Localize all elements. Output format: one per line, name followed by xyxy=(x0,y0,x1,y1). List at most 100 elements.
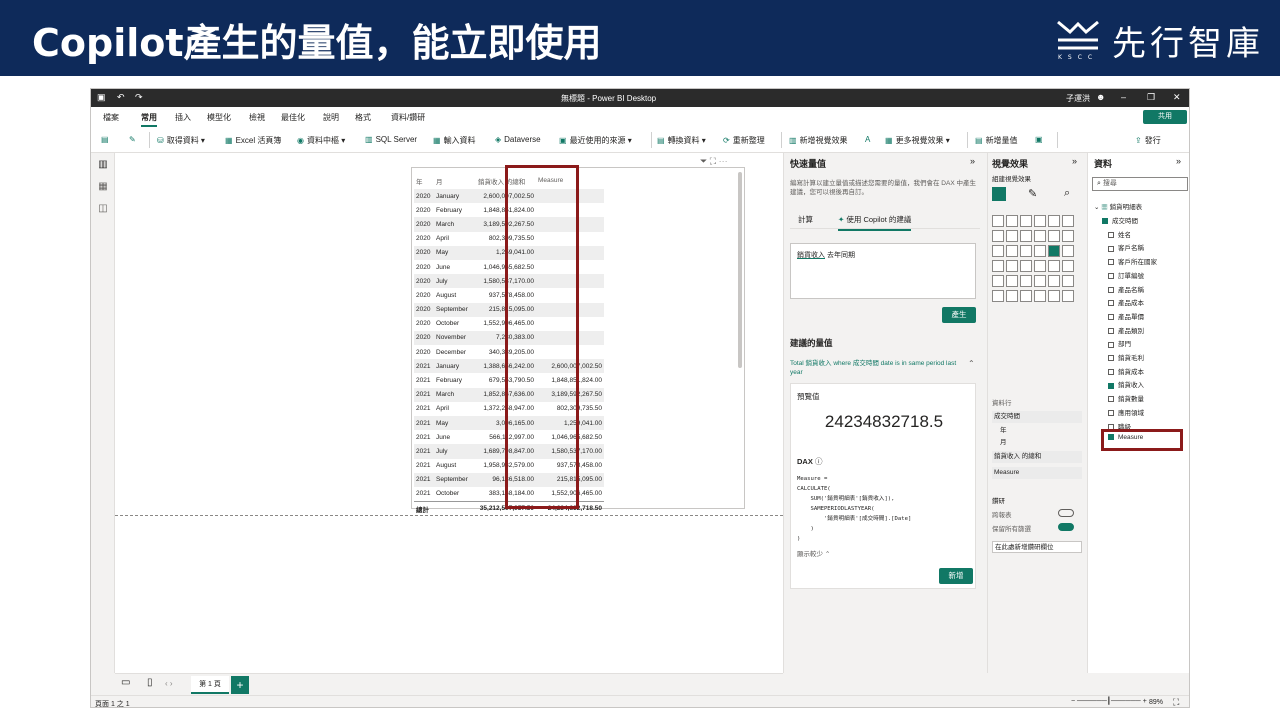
mobile-view-icon[interactable]: ▯ xyxy=(147,677,153,688)
visual-type-icon[interactable] xyxy=(992,275,1004,287)
visual-type-icon[interactable] xyxy=(992,260,1004,272)
visual-type-icon[interactable] xyxy=(992,290,1004,302)
recent-sources-button[interactable]: ▣ 最近使用的來源 ▾ xyxy=(559,135,632,146)
column-header-year[interactable]: 年 xyxy=(414,172,434,189)
checkbox-icon[interactable] xyxy=(1108,259,1114,266)
suggestion-description[interactable]: Total 銷貨收入 where 成交時間 date is in same pe… xyxy=(790,359,966,377)
analytics-icon[interactable]: ⌕ xyxy=(1064,187,1070,200)
report-view-icon[interactable]: ▥ xyxy=(97,159,109,171)
format-painter-button[interactable]: ✎ xyxy=(129,135,139,144)
visual-type-icon[interactable] xyxy=(1062,215,1074,227)
data-field-item[interactable]: 銷貨成本 xyxy=(1108,366,1144,376)
visual-type-icon[interactable] xyxy=(1034,275,1046,287)
visual-type-icon[interactable] xyxy=(1006,260,1018,272)
visual-type-icon[interactable] xyxy=(1048,245,1060,257)
keep-filters-toggle[interactable] xyxy=(1058,523,1074,531)
tab-copilot-suggestions[interactable]: ✦ 使用 Copilot 的建議 xyxy=(838,214,912,231)
menu-help[interactable]: 說明 xyxy=(323,112,339,123)
info-icon[interactable]: ⓘ xyxy=(815,457,823,466)
share-button[interactable]: 共用 xyxy=(1143,110,1187,124)
checkbox-icon[interactable] xyxy=(1108,245,1114,252)
visual-type-icon[interactable] xyxy=(1034,230,1046,242)
undo-icon[interactable]: ↶ xyxy=(117,92,125,103)
field-well-datetime[interactable]: 成交時間 xyxy=(992,411,1082,423)
collapse-data-icon[interactable]: » xyxy=(1176,156,1181,166)
data-field-item[interactable]: 部門 xyxy=(1108,338,1131,348)
visual-type-icon[interactable] xyxy=(1006,290,1018,302)
visual-type-icon[interactable] xyxy=(1062,260,1074,272)
new-visual-button[interactable]: ▥ 新增視覺效果 xyxy=(789,135,848,146)
visual-type-icon[interactable] xyxy=(1062,245,1074,257)
visual-type-icon[interactable] xyxy=(1048,290,1060,302)
checkbox-icon[interactable] xyxy=(1108,286,1114,293)
data-search-input[interactable]: ⌕ 搜尋 xyxy=(1092,177,1188,191)
visual-type-icon[interactable] xyxy=(1020,215,1032,227)
visual-type-icon[interactable] xyxy=(1020,290,1032,302)
visual-type-icon[interactable] xyxy=(1006,230,1018,242)
visual-type-icon[interactable] xyxy=(1034,245,1046,257)
checkbox-icon[interactable] xyxy=(1102,218,1108,225)
report-canvas[interactable]: ⏷ ⛶ ⋯ 年 月 銷貨收入 的總和 Measure 2020 January 2,… xyxy=(115,153,783,673)
get-data-button[interactable]: ⛁ 取得資料 ▾ xyxy=(157,135,205,146)
data-field-item[interactable]: 應用領域 xyxy=(1108,407,1144,417)
collapse-viz-icon[interactable]: » xyxy=(1072,156,1077,166)
visual-type-icon[interactable] xyxy=(1034,290,1046,302)
visual-type-icon[interactable] xyxy=(1006,215,1018,227)
visual-type-icon[interactable] xyxy=(1048,215,1060,227)
data-field-item[interactable]: 銷貨毛利 xyxy=(1108,352,1144,362)
data-field-item[interactable]: 產品類別 xyxy=(1108,325,1144,335)
avatar-icon[interactable]: ☻ xyxy=(1096,92,1105,102)
close-icon[interactable]: ✕ xyxy=(1173,92,1181,103)
vertical-scrollbar[interactable] xyxy=(738,172,742,368)
enter-data-button[interactable]: ▦ 輸入資料 xyxy=(433,135,476,146)
menu-format[interactable]: 格式 xyxy=(355,112,371,123)
dataverse-button[interactable]: ◈ Dataverse xyxy=(495,135,541,144)
visual-type-icon[interactable] xyxy=(1020,275,1032,287)
restore-icon[interactable]: ❐ xyxy=(1147,92,1155,103)
redo-icon[interactable]: ↷ xyxy=(135,92,143,103)
visual-type-icon[interactable] xyxy=(1020,260,1032,272)
visual-type-icon[interactable] xyxy=(1006,245,1018,257)
menu-data-drill[interactable]: 資料/鑽研 xyxy=(391,112,425,123)
data-field-item[interactable]: 產品成本 xyxy=(1108,297,1144,307)
excel-button[interactable]: ▦ Excel 活頁簿 xyxy=(225,135,281,146)
visual-type-icon[interactable] xyxy=(1048,260,1060,272)
publish-button[interactable]: ⇪ 發行 xyxy=(1135,135,1161,146)
user-name[interactable]: 子運洪 xyxy=(1066,93,1090,104)
show-less-link[interactable]: 顯示較少 ⌃ xyxy=(797,548,830,558)
menu-optimize[interactable]: 最佳化 xyxy=(281,112,305,123)
visual-type-icon[interactable] xyxy=(992,245,1004,257)
checkbox-icon[interactable] xyxy=(1108,327,1114,334)
checkbox-icon[interactable] xyxy=(1108,314,1114,321)
more-visuals-button[interactable]: ▦ 更多視覺效果 ▾ xyxy=(885,135,950,146)
visual-type-icon[interactable] xyxy=(1048,275,1060,287)
checkbox-icon[interactable] xyxy=(1108,300,1114,307)
menu-file[interactable]: 檔案 xyxy=(103,112,119,123)
checkbox-icon[interactable] xyxy=(1108,231,1114,238)
menu-insert[interactable]: 插入 xyxy=(175,112,191,123)
checkbox-icon[interactable] xyxy=(1108,368,1114,375)
data-field-item[interactable]: 銷貨數量 xyxy=(1108,393,1144,403)
minimize-icon[interactable]: – xyxy=(1121,92,1126,102)
focus-mode-icon[interactable]: ⛶ xyxy=(710,156,716,166)
column-header-month[interactable]: 月 xyxy=(434,172,476,189)
new-measure-button[interactable]: ▤ 新增量值 xyxy=(975,135,1018,146)
menu-home[interactable]: 常用 xyxy=(141,112,157,127)
data-field-item[interactable]: 產品名稱 xyxy=(1108,284,1144,294)
visual-type-icon[interactable] xyxy=(1062,275,1074,287)
refresh-button[interactable]: ⟳ 重新整理 xyxy=(723,135,765,146)
checkbox-icon[interactable] xyxy=(1108,396,1114,403)
page-tab-1[interactable]: 第 1 頁 xyxy=(191,676,229,694)
model-view-icon[interactable]: ◫ xyxy=(97,203,109,215)
data-field-item[interactable]: 客戶所在國家 xyxy=(1108,256,1157,266)
visual-type-icon[interactable] xyxy=(1006,275,1018,287)
zoom-slider[interactable]: − ──────┃────── + xyxy=(1071,697,1147,705)
more-options-icon[interactable]: ⋯ xyxy=(719,156,728,166)
menu-modeling[interactable]: 模型化 xyxy=(207,112,231,123)
copilot-prompt-input[interactable]: 銷貨收入 去年同期 xyxy=(790,243,976,299)
add-measure-button[interactable]: 新增 xyxy=(939,568,973,584)
data-hub-button[interactable]: ◉ 資料中樞 ▾ xyxy=(297,135,345,146)
field-well-year[interactable]: 年 xyxy=(992,425,1082,437)
tab-calculation[interactable]: 計算 xyxy=(798,214,813,225)
drill-through-drop-zone[interactable]: 在此處新增鑽研欄位 xyxy=(992,541,1082,553)
